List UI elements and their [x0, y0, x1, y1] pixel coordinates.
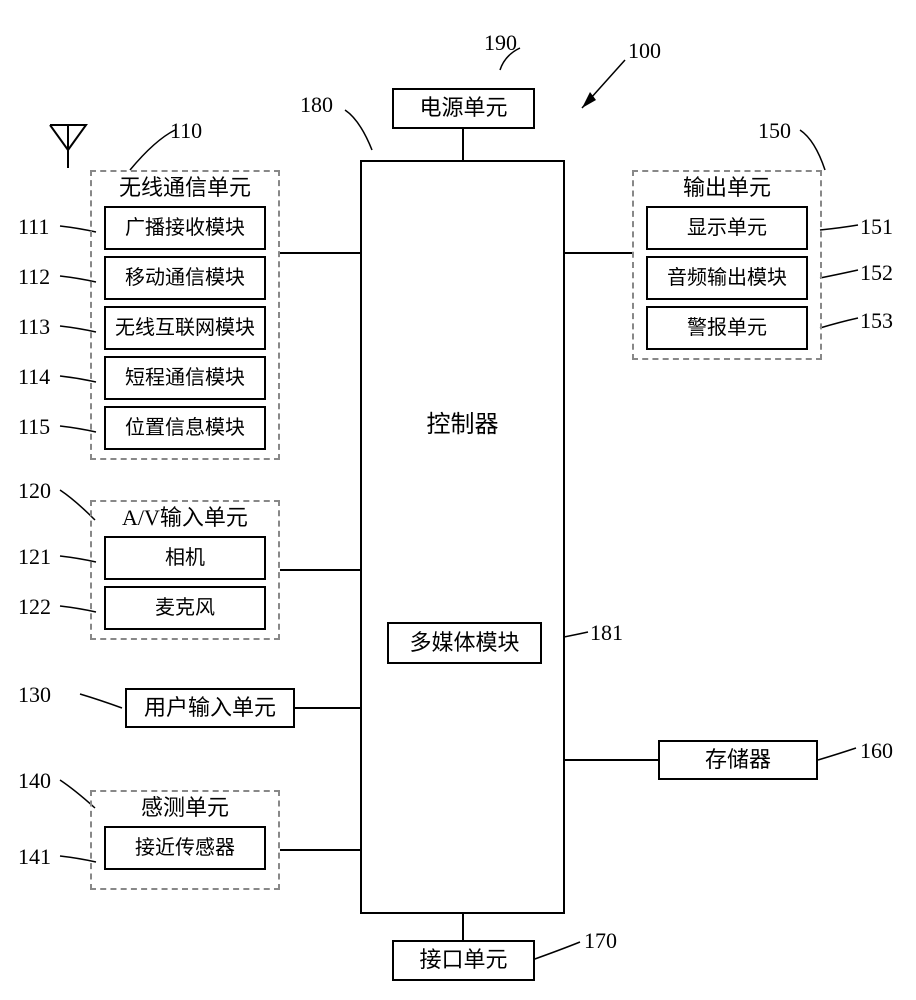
ref-111: 111 [18, 214, 49, 240]
ref-170: 170 [584, 928, 617, 954]
audio-out-label: 音频输出模块 [667, 267, 787, 289]
ref-140: 140 [18, 768, 51, 794]
sensing-title: 感测单元 [92, 796, 278, 820]
av-input-title: A/V输入单元 [92, 506, 278, 530]
sensing-group: 感测单元 接近传感器 [90, 790, 280, 890]
microphone-label: 麦克风 [155, 597, 215, 619]
ref-160: 160 [860, 738, 893, 764]
power-unit-box: 电源单元 [392, 88, 535, 129]
power-unit-label: 电源单元 [419, 96, 507, 120]
ref-181: 181 [590, 620, 623, 646]
microphone-box: 麦克风 [104, 586, 266, 630]
display-label: 显示单元 [687, 217, 767, 239]
ref-151: 151 [860, 214, 893, 240]
mobile-comm-module-box: 移动通信模块 [104, 256, 266, 300]
wireless-unit-title: 无线通信单元 [92, 176, 278, 200]
ref-114: 114 [18, 364, 50, 390]
short-range-label: 短程通信模块 [125, 367, 245, 389]
short-range-module-box: 短程通信模块 [104, 356, 266, 400]
proximity-label: 接近传感器 [135, 837, 235, 859]
display-box: 显示单元 [646, 206, 808, 250]
controller-box: 控制器 多媒体模块 [360, 160, 565, 914]
mobile-comm-label: 移动通信模块 [125, 267, 245, 289]
position-module-box: 位置信息模块 [104, 406, 266, 450]
wireless-unit-group: 无线通信单元 广播接收模块 移动通信模块 无线互联网模块 短程通信模块 位置信息… [90, 170, 280, 460]
ref-113: 113 [18, 314, 50, 340]
output-title: 输出单元 [634, 176, 820, 200]
block-diagram: 电源单元 190 100 180 控制器 多媒体模块 181 无线通信单元 广播… [0, 0, 916, 1000]
output-group: 输出单元 显示单元 音频输出模块 警报单元 [632, 170, 822, 360]
broadcast-module-box: 广播接收模块 [104, 206, 266, 250]
interface-box: 接口单元 [392, 940, 535, 981]
memory-label: 存储器 [705, 748, 771, 772]
alarm-label: 警报单元 [687, 317, 767, 339]
interface-label: 接口单元 [419, 948, 507, 972]
ref-110: 110 [170, 118, 202, 144]
wlan-label: 无线互联网模块 [115, 317, 255, 339]
ref-122: 122 [18, 594, 51, 620]
ref-190: 190 [484, 30, 517, 56]
proximity-box: 接近传感器 [104, 826, 266, 870]
broadcast-label: 广播接收模块 [125, 217, 245, 239]
camera-box: 相机 [104, 536, 266, 580]
ref-180: 180 [300, 92, 333, 118]
user-input-label: 用户输入单元 [144, 696, 276, 720]
ref-141: 141 [18, 844, 51, 870]
memory-box: 存储器 [658, 740, 818, 780]
wlan-module-box: 无线互联网模块 [104, 306, 266, 350]
alarm-box: 警报单元 [646, 306, 808, 350]
ref-130: 130 [18, 682, 51, 708]
ref-120: 120 [18, 478, 51, 504]
multimedia-label: 多媒体模块 [409, 631, 519, 655]
controller-label: 控制器 [427, 412, 499, 438]
ref-121: 121 [18, 544, 51, 570]
position-label: 位置信息模块 [125, 417, 245, 439]
audio-out-box: 音频输出模块 [646, 256, 808, 300]
camera-label: 相机 [165, 547, 205, 569]
ref-152: 152 [860, 260, 893, 286]
av-input-group: A/V输入单元 相机 麦克风 [90, 500, 280, 640]
ref-100: 100 [628, 38, 661, 64]
multimedia-module-box: 多媒体模块 [387, 622, 542, 664]
ref-153: 153 [860, 308, 893, 334]
ref-150: 150 [758, 118, 791, 144]
ref-112: 112 [18, 264, 50, 290]
user-input-box: 用户输入单元 [125, 688, 295, 728]
ref-115: 115 [18, 414, 50, 440]
